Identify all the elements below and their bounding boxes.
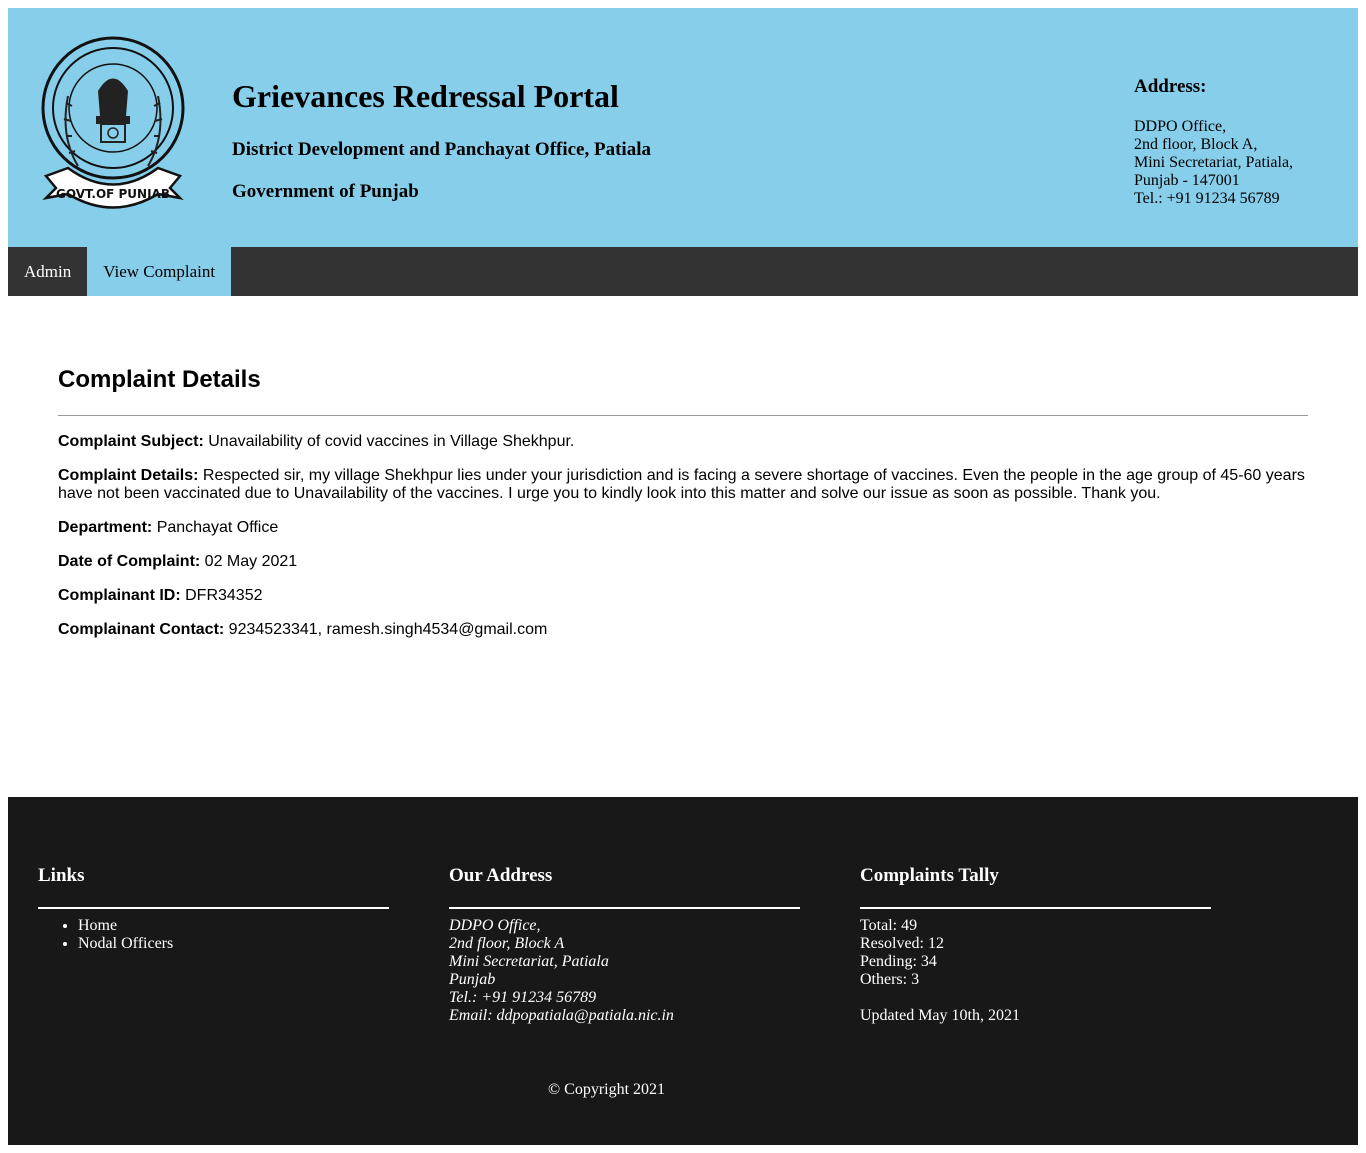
- nav-item-view-complaint[interactable]: View Complaint: [87, 247, 232, 296]
- nav-bar: Admin View Complaint: [8, 247, 1358, 296]
- complaint-subject-label: Complaint Subject:: [58, 433, 204, 450]
- header-titles: Grievances Redressal Portal District Dev…: [232, 78, 651, 203]
- complaint-department: Department: Panchayat Office: [58, 519, 1308, 537]
- footer-link-home[interactable]: Home: [78, 917, 117, 934]
- tally-resolved: Resolved: 12: [860, 935, 944, 952]
- address-phone: Tel.: +91 91234 56789: [1134, 190, 1280, 207]
- tally-others: Others: 3: [860, 971, 920, 988]
- divider: [38, 907, 389, 909]
- complainant-contact: Complainant Contact: 9234523341, ramesh.…: [58, 621, 1308, 639]
- complaint-details-label: Complaint Details:: [58, 467, 199, 484]
- emblem-ribbon-text: GOVT.OF PUNJAB: [56, 187, 170, 201]
- address-line: Punjab - 147001: [1134, 172, 1240, 189]
- divider: [58, 415, 1308, 416]
- punjab-emblem-logo: GOVT.OF PUNJAB: [41, 36, 185, 209]
- main-content: Complaint Details Complaint Subject: Una…: [8, 296, 1358, 797]
- footer-address-email: Email: ddpopatiala@patiala.nic.in: [449, 1007, 674, 1024]
- department-value: Panchayat Office: [156, 519, 279, 536]
- footer-address-line: Punjab: [449, 971, 496, 988]
- date-label: Date of Complaint:: [58, 553, 201, 570]
- footer-link-nodal-officers[interactable]: Nodal Officers: [78, 935, 173, 952]
- tally-updated: Updated May 10th, 2021: [860, 1007, 1020, 1024]
- complainant-id: Complainant ID: DFR34352: [58, 587, 1308, 605]
- footer-address-column: Our Address DDPO Office, 2nd floor, Bloc…: [449, 865, 800, 1025]
- complaint-details-section: Complaint Details Complaint Subject: Una…: [58, 366, 1308, 655]
- footer-links-column: Links Home Nodal Officers: [38, 865, 389, 953]
- complainant-contact-value: 9234523341, ramesh.singh4534@gmail.com: [228, 621, 548, 638]
- tally-pending: Pending: 34: [860, 953, 937, 970]
- list-item: Nodal Officers: [78, 935, 389, 953]
- complaint-date: Date of Complaint: 02 May 2021: [58, 553, 1308, 571]
- address-line: 2nd floor, Block A,: [1134, 136, 1258, 153]
- complaint-subject-value: Unavailability of covid vaccines in Vill…: [208, 433, 575, 450]
- footer-address-phone: Tel.: +91 91234 56789: [449, 989, 597, 1006]
- footer-address-line: 2nd floor, Block A: [449, 935, 565, 952]
- complainant-id-label: Complainant ID:: [58, 587, 181, 604]
- list-item: Home: [78, 917, 389, 935]
- complainant-contact-label: Complainant Contact:: [58, 621, 225, 638]
- office-subtitle: District Development and Panchayat Offic…: [232, 139, 651, 160]
- footer-address-line: Mini Secretariat, Patiala: [449, 953, 609, 970]
- address-heading: Address:: [1134, 76, 1207, 97]
- footer-tally-heading: Complaints Tally: [860, 865, 999, 886]
- government-label: Government of Punjab: [232, 181, 419, 202]
- complaint-details: Complaint Details: Respected sir, my vil…: [58, 467, 1308, 503]
- complainant-id-value: DFR34352: [185, 587, 263, 604]
- page-title: Complaint Details: [58, 366, 261, 393]
- complaint-subject: Complaint Subject: Unavailability of cov…: [58, 433, 1308, 451]
- footer-address-line: DDPO Office,: [449, 917, 541, 934]
- site-footer: Links Home Nodal Officers Our Address DD…: [8, 797, 1358, 1145]
- department-label: Department:: [58, 519, 153, 536]
- footer-links-list: Home Nodal Officers: [38, 917, 389, 953]
- tally-total: Total: 49: [860, 917, 918, 934]
- header-address: Address: DDPO Office, 2nd floor, Block A…: [1134, 76, 1293, 208]
- site-header: GOVT.OF PUNJAB Grievances Redressal Port…: [8, 8, 1358, 247]
- footer-address-heading: Our Address: [449, 865, 553, 886]
- address-line: Mini Secretariat, Patiala,: [1134, 154, 1294, 171]
- address-line: DDPO Office,: [1134, 118, 1227, 135]
- complaint-details-value: Respected sir, my village Shekhpur lies …: [58, 467, 1305, 502]
- page: GOVT.OF PUNJAB Grievances Redressal Port…: [8, 8, 1358, 1145]
- copyright-text: © Copyright 2021: [548, 1081, 666, 1098]
- divider: [449, 907, 800, 909]
- portal-title: Grievances Redressal Portal: [232, 78, 619, 114]
- divider: [860, 907, 1211, 909]
- nav-item-admin[interactable]: Admin: [8, 247, 87, 296]
- footer-tally-column: Complaints Tally Total: 49 Resolved: 12 …: [860, 865, 1211, 1025]
- footer-links-heading: Links: [38, 865, 85, 886]
- date-value: 02 May 2021: [204, 553, 298, 570]
